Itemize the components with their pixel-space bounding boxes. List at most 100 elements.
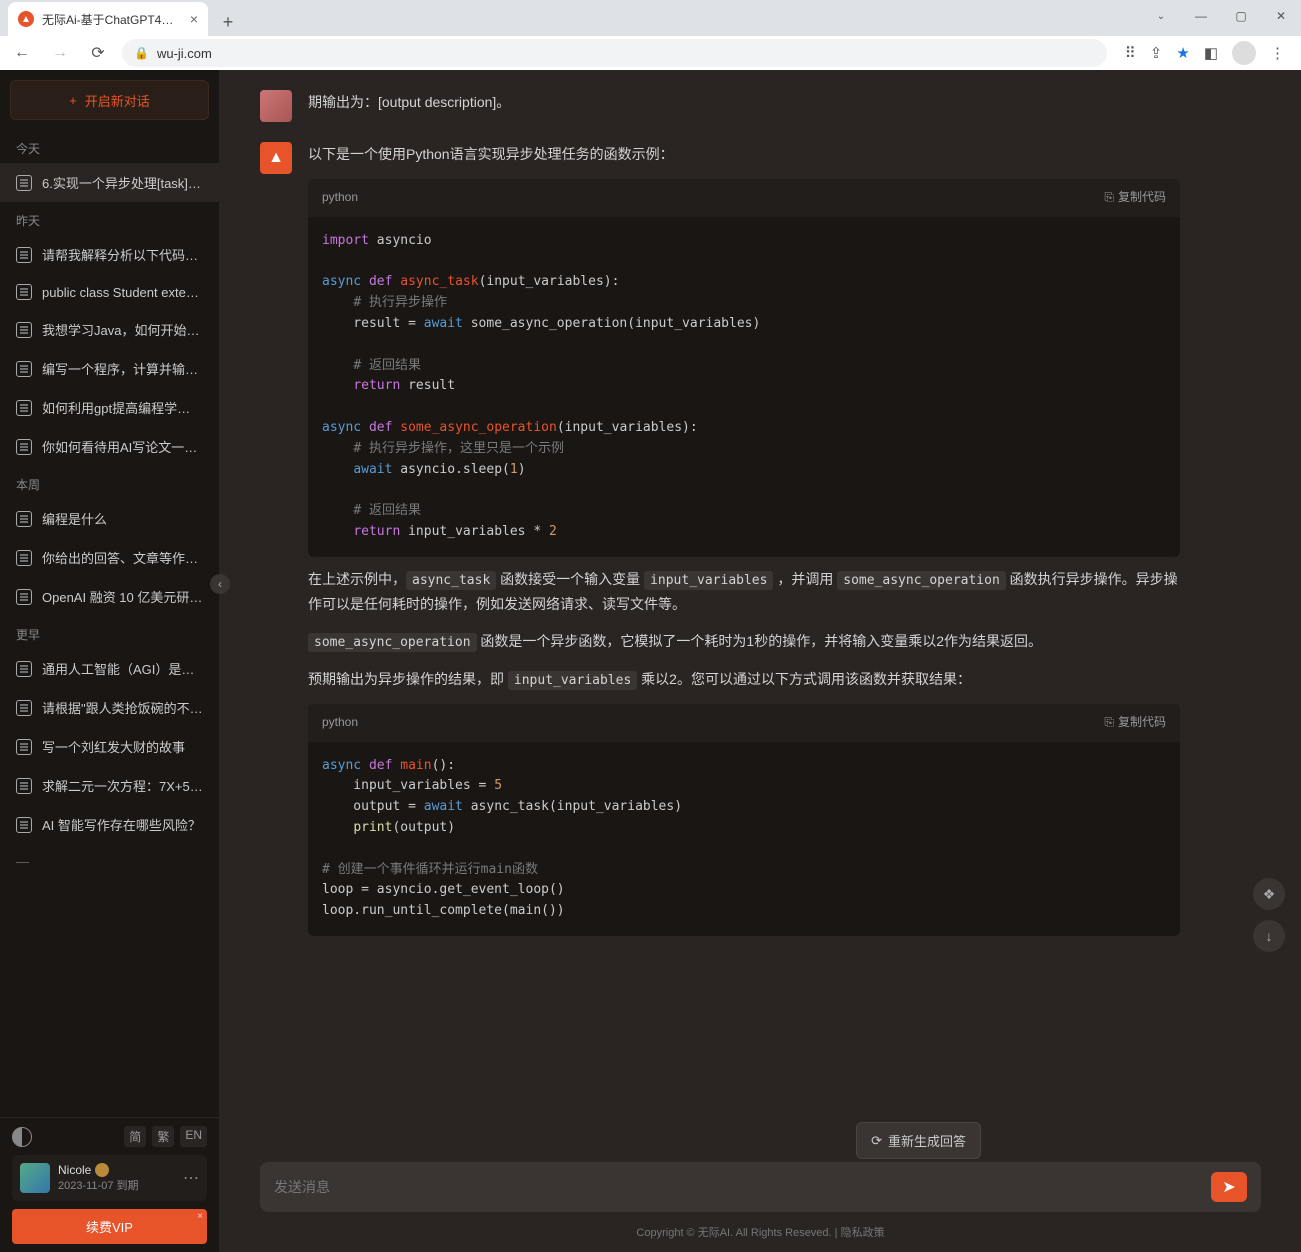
chat-icon	[16, 739, 32, 755]
tab-close-icon[interactable]: ×	[190, 11, 198, 27]
conv-item[interactable]: public class Student extend...	[0, 274, 219, 310]
conv-item[interactable]: 请帮我解释分析以下代码：pu...	[0, 235, 219, 274]
lang-english[interactable]: EN	[180, 1126, 207, 1147]
conversation-list[interactable]: 今天 6.实现一个异步处理[task]的[l... 昨天 请帮我解释分析以下代码…	[0, 130, 219, 1117]
conv-item[interactable]: 如何利用gpt提高编程学习与...	[0, 388, 219, 427]
conv-item[interactable]: OpenAI 融资 10 亿美元研发...	[0, 577, 219, 616]
conv-item[interactable]: 你如何看待用AI写论文一事？	[0, 427, 219, 466]
scroll-down-icon[interactable]: ↓	[1253, 920, 1285, 952]
profile-icon[interactable]	[1232, 41, 1256, 65]
chat-icon	[16, 247, 32, 263]
favicon-icon: ▲	[18, 11, 34, 27]
minimize-button[interactable]: —	[1181, 0, 1221, 32]
user-menu-icon[interactable]: ⋯	[183, 1168, 199, 1188]
window-controls: ⌄ — ▢ ✕	[1141, 0, 1301, 32]
vip-close-icon[interactable]: ×	[197, 1211, 203, 1222]
conv-item[interactable]: 6.实现一个异步处理[task]的[l...	[0, 163, 219, 202]
chat-scroll[interactable]: 期输出为：[output description]。 ▲ 以下是一个使用Pyth…	[220, 70, 1301, 1252]
chat-icon	[16, 589, 32, 605]
new-chat-button[interactable]: + 开启新对话	[10, 80, 209, 120]
collapse-sidebar-button[interactable]: ‹	[210, 574, 230, 594]
new-chat-label: 开启新对话	[85, 91, 150, 110]
paragraph-1: 在上述示例中，async_task 函数接受一个输入变量 input_varia…	[308, 567, 1180, 618]
send-icon: ➤	[1222, 1177, 1235, 1197]
browser-chrome: ▲ 无际Ai-基于ChatGPT4及3.5的… × + ⌄ — ▢ ✕ ← → …	[0, 0, 1301, 70]
vip-label: 续费VIP	[86, 1220, 133, 1235]
conv-item[interactable]: AI 智能写作存在哪些风险？	[0, 805, 219, 844]
code-header: python ⎘复制代码	[308, 704, 1180, 742]
new-tab-button[interactable]: +	[214, 8, 242, 36]
chat-icon	[16, 778, 32, 794]
copy-icon: ⎘	[1104, 187, 1114, 209]
renew-vip-button[interactable]: 续费VIP ×	[12, 1209, 207, 1244]
copy-icon: ⎘	[1104, 712, 1114, 734]
send-button[interactable]: ➤	[1211, 1172, 1247, 1202]
ai-avatar-icon: ▲	[260, 142, 292, 174]
conv-item[interactable]: 通用人工智能（AGI）是什么？	[0, 649, 219, 688]
lang-row: 简 繁 EN	[12, 1126, 207, 1147]
url-input[interactable]: 🔒 wu-ji.com	[122, 39, 1107, 67]
regenerate-button[interactable]: ⟳ 重新生成回答	[856, 1122, 981, 1159]
code-block-2: python ⎘复制代码 async def main(): input_var…	[308, 704, 1180, 936]
copy-code-button[interactable]: ⎘复制代码	[1104, 187, 1166, 209]
message-input[interactable]	[274, 1179, 1201, 1195]
url-text: wu-ji.com	[157, 46, 212, 61]
input-area: ⟳ 重新生成回答 ➤	[260, 1162, 1261, 1212]
code-lang: python	[322, 187, 358, 209]
section-earlier: 更早	[0, 616, 219, 649]
paragraph-2: some_async_operation 函数是一个异步函数，它模拟了一个耗时为…	[308, 629, 1180, 654]
conv-item: —	[0, 844, 219, 879]
conv-item[interactable]: 编程是什么	[0, 499, 219, 538]
chat-icon	[16, 661, 32, 677]
theme-toggle-icon[interactable]	[12, 1127, 32, 1147]
ai-intro: 以下是一个使用Python语言实现异步处理任务的函数示例：	[308, 142, 1180, 167]
chat-icon	[16, 322, 32, 338]
layers-icon[interactable]: ❖	[1253, 878, 1285, 910]
lock-icon: 🔒	[134, 46, 149, 60]
copyright: Copyright © 无际AI. All Rights Reseved. |	[636, 1227, 840, 1239]
forward-button[interactable]: →	[46, 39, 74, 67]
ai-message-content: 以下是一个使用Python语言实现异步处理任务的函数示例： python ⎘复制…	[308, 142, 1180, 946]
chat-icon	[16, 817, 32, 833]
user-card[interactable]: Nicole 2023-11-07 到期 ⋯	[12, 1155, 207, 1201]
copy-code-button[interactable]: ⎘复制代码	[1104, 712, 1166, 734]
user-message: 期输出为：[output description]。	[220, 80, 1220, 132]
section-yesterday: 昨天	[0, 202, 219, 235]
lang-simplified[interactable]: 简	[124, 1126, 146, 1147]
close-window-button[interactable]: ✕	[1261, 0, 1301, 32]
tab-bar: ▲ 无际Ai-基于ChatGPT4及3.5的… × + ⌄ — ▢ ✕	[0, 0, 1301, 36]
share-icon[interactable]: ⇪	[1150, 44, 1163, 62]
conv-item[interactable]: 求解二元一次方程：7X+5Y=...	[0, 766, 219, 805]
address-bar-icons: ⠿ ⇪ ★ ◧ ⋮	[1117, 41, 1293, 65]
chat-icon	[16, 511, 32, 527]
privacy-link[interactable]: 隐私政策	[841, 1227, 885, 1239]
inline-code: input_variables	[644, 571, 773, 590]
back-button[interactable]: ←	[8, 39, 36, 67]
lang-traditional[interactable]: 繁	[152, 1126, 174, 1147]
bookmark-icon[interactable]: ★	[1176, 44, 1189, 62]
reload-button[interactable]: ⟳	[84, 39, 112, 67]
translate-icon[interactable]: ⠿	[1125, 44, 1136, 62]
user-message-text: 期输出为：[output description]。	[308, 90, 1180, 122]
extensions-icon[interactable]: ◧	[1204, 44, 1218, 62]
conv-item[interactable]: 编写一个程序，计算并输出1...	[0, 349, 219, 388]
sidebar: + 开启新对话 今天 6.实现一个异步处理[task]的[l... 昨天 请帮我…	[0, 70, 220, 1252]
sidebar-footer: 简 繁 EN Nicole 2023-11-07 到期 ⋯ 续费VIP ×	[0, 1117, 219, 1252]
menu-icon[interactable]: ⋮	[1270, 44, 1285, 62]
user-avatar	[260, 90, 292, 122]
code-body[interactable]: async def main(): input_variables = 5 ou…	[308, 742, 1180, 936]
code-body[interactable]: import asyncio async def async_task(inpu…	[308, 217, 1180, 557]
regen-label: 重新生成回答	[888, 1131, 966, 1150]
conv-item[interactable]: 你给出的回答、文章等作品，...	[0, 538, 219, 577]
code-block-1: python ⎘复制代码 import asyncio async def as…	[308, 179, 1180, 557]
chat-icon	[16, 361, 32, 377]
maximize-button[interactable]: ▢	[1221, 0, 1261, 32]
user-expiry: 2023-11-07 到期	[58, 1177, 175, 1193]
browser-tab[interactable]: ▲ 无际Ai-基于ChatGPT4及3.5的… ×	[8, 2, 208, 36]
conv-item[interactable]: 我想学习Java，如何开始学习...	[0, 310, 219, 349]
chat-icon	[16, 175, 32, 191]
chat-icon	[16, 400, 32, 416]
conv-item[interactable]: 请根据"跟人类抢饭碗的不是 A...	[0, 688, 219, 727]
conv-item[interactable]: 写一个刘红发大财的故事	[0, 727, 219, 766]
chevron-down-icon[interactable]: ⌄	[1141, 0, 1181, 32]
